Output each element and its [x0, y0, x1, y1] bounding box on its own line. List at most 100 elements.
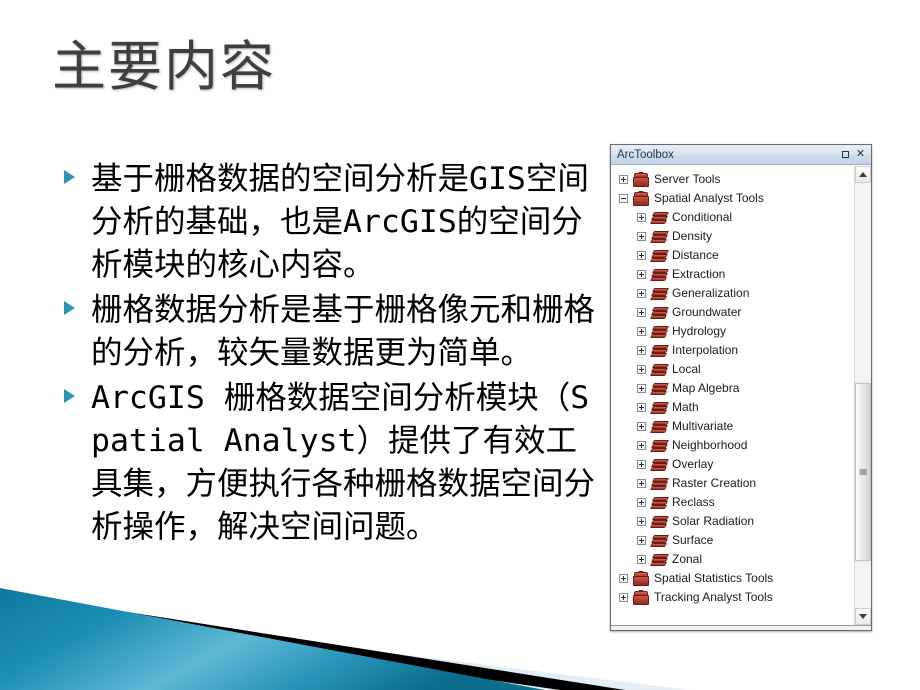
tree-node-label: Hydrology [672, 324, 727, 338]
bullet-text: ArcGIS 栅格数据空间分析模块（Spatial Analyst）提供了有效工… [91, 380, 596, 545]
bullet-text: 基于栅格数据的空间分析是GIS空间分析的基础，也是ArcGIS的空间分析模块的核… [91, 161, 589, 283]
expand-toggle-icon[interactable] [637, 498, 646, 507]
tree-node-label: Distance [672, 248, 719, 262]
tree-node[interactable]: Generalization [615, 284, 854, 303]
tree-node-label: Neighborhood [672, 438, 748, 452]
expand-toggle-icon[interactable] [637, 384, 646, 393]
toolset-icon [649, 211, 670, 225]
bullet-item: 基于栅格数据的空间分析是GIS空间分析的基础，也是ArcGIS的空间分析模块的核… [58, 158, 598, 287]
tree-node[interactable]: Solar Radiation [615, 512, 854, 531]
arctoolbox-title-bar[interactable]: ArcToolbox ✕ [611, 145, 871, 165]
toolset-icon [649, 249, 670, 263]
expand-toggle-icon[interactable] [637, 232, 646, 241]
expand-toggle-icon[interactable] [619, 175, 628, 184]
scroll-up-button[interactable] [855, 166, 871, 183]
tree-node-label: Map Algebra [672, 381, 740, 395]
expand-toggle-icon[interactable] [637, 517, 646, 526]
toolset-icon [649, 439, 670, 453]
tree-node[interactable]: Density [615, 227, 854, 246]
tree-node[interactable]: Neighborhood [615, 436, 854, 455]
tree-node[interactable]: Groundwater [615, 303, 854, 322]
expand-toggle-icon[interactable] [637, 403, 646, 412]
tree-node[interactable]: Distance [615, 246, 854, 265]
tree-node-label: Spatial Statistics Tools [654, 571, 774, 585]
toolset-icon [649, 534, 670, 548]
tree-node[interactable]: Spatial Statistics Tools [615, 569, 854, 588]
expand-toggle-icon[interactable] [637, 289, 646, 298]
tree-node[interactable]: Conditional [615, 208, 854, 227]
expand-toggle-icon[interactable] [637, 308, 646, 317]
tree-node[interactable]: Tracking Analyst Tools [615, 588, 854, 607]
expand-toggle-icon[interactable] [637, 346, 646, 355]
tree-node[interactable]: Math [615, 398, 854, 417]
expand-toggle-icon[interactable] [637, 327, 646, 336]
vertical-scrollbar[interactable] [854, 166, 871, 625]
chevron-up-icon [859, 172, 867, 177]
expand-toggle-icon[interactable] [619, 593, 628, 602]
tree-node-label: Groundwater [672, 305, 742, 319]
scrollbar-thumb[interactable] [855, 382, 871, 562]
tree-node-label: Math [672, 400, 699, 414]
toolbox-tree[interactable]: Server Tools Spatial Analyst Tools Conditi… [611, 166, 854, 625]
expand-toggle-icon[interactable] [637, 365, 646, 374]
maximize-icon[interactable] [838, 147, 853, 162]
toolset-icon [649, 382, 670, 396]
bullet-item: ArcGIS 栅格数据空间分析模块（Spatial Analyst）提供了有效工… [58, 377, 598, 549]
tree-node-label: Extraction [672, 267, 726, 281]
expand-toggle-icon[interactable] [637, 479, 646, 488]
tree-node[interactable]: Server Tools [615, 170, 854, 189]
tree-node[interactable]: Reclass [615, 493, 854, 512]
expand-toggle-icon[interactable] [637, 460, 646, 469]
close-icon[interactable]: ✕ [853, 147, 868, 162]
toolset-icon [649, 553, 670, 567]
scroll-down-button[interactable] [855, 608, 871, 625]
toolset-icon [649, 496, 670, 510]
tree-node-label: Overlay [672, 457, 714, 471]
tree-node-label: Server Tools [654, 172, 721, 186]
expand-toggle-icon[interactable] [637, 422, 646, 431]
slide-title: 主要内容 [52, 37, 276, 97]
toolset-icon [649, 230, 670, 244]
toolset-icon [649, 477, 670, 491]
toolbox-icon [633, 190, 649, 206]
toolset-icon [649, 268, 670, 282]
tree-node-label: Zonal [672, 552, 703, 566]
tree-node[interactable]: Hydrology [615, 322, 854, 341]
expand-toggle-icon[interactable] [637, 536, 646, 545]
tree-node[interactable]: Local [615, 360, 854, 379]
scrollbar-track[interactable] [855, 183, 871, 608]
tree-node[interactable]: Multivariate [615, 417, 854, 436]
toolset-icon [649, 306, 670, 320]
expand-toggle-icon[interactable] [619, 574, 628, 583]
presentation-slide: 主要内容 基于栅格数据的空间分析是GIS空间分析的基础，也是ArcGIS的空间分… [0, 0, 920, 690]
tree-node-label: Interpolation [672, 343, 739, 357]
tree-node-label: Tracking Analyst Tools [654, 590, 773, 604]
scrollbar-grip-icon [859, 469, 867, 476]
collapse-toggle-icon[interactable] [619, 194, 628, 203]
expand-toggle-icon[interactable] [637, 213, 646, 222]
tree-node[interactable]: Map Algebra [615, 379, 854, 398]
expand-toggle-icon[interactable] [637, 555, 646, 564]
tree-node[interactable]: Surface [615, 531, 854, 550]
tree-node[interactable]: Zonal [615, 550, 854, 569]
tree-node-label: Solar Radiation [672, 514, 755, 528]
tree-node-label: Conditional [672, 210, 733, 224]
tree-node[interactable]: Spatial Analyst Tools [615, 189, 854, 208]
expand-toggle-icon[interactable] [637, 441, 646, 450]
tree-node-label: Reclass [672, 495, 715, 509]
tree-node-label: Raster Creation [672, 476, 757, 490]
triangle-bullet-icon [64, 170, 75, 184]
triangle-bullet-icon [64, 301, 75, 315]
toolset-icon [649, 344, 670, 358]
tree-node-label: Local [672, 362, 701, 376]
tree-node[interactable]: Extraction [615, 265, 854, 284]
expand-toggle-icon[interactable] [637, 251, 646, 260]
bullet-item: 栅格数据分析是基于栅格像元和栅格的分析，较矢量数据更为简单。 [58, 289, 598, 375]
toolset-icon [649, 420, 670, 434]
tree-node[interactable]: Raster Creation [615, 474, 854, 493]
expand-toggle-icon[interactable] [637, 270, 646, 279]
tree-node-label: Multivariate [672, 419, 734, 433]
tree-node[interactable]: Overlay [615, 455, 854, 474]
tree-node[interactable]: Interpolation [615, 341, 854, 360]
toolset-icon [649, 515, 670, 529]
